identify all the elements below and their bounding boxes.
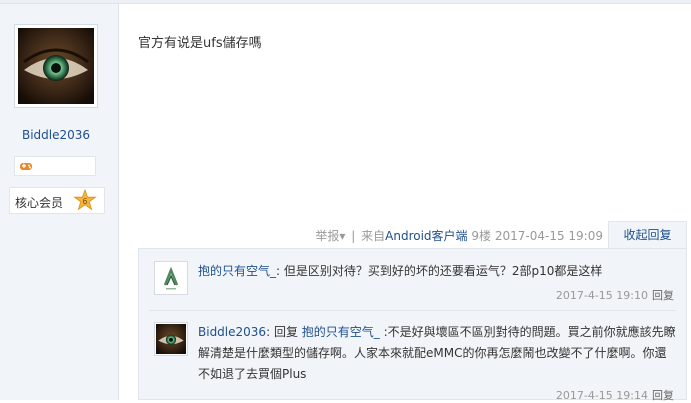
member-group-label: 核心会员 — [15, 196, 64, 210]
comment-user[interactable]: 抱的只有空气_ — [198, 264, 276, 278]
comment-colon: : — [276, 264, 281, 278]
comment-list: 抱的只有空气_: 但是区别对待？买到好的坏的还要看运气？2部p10都是这样 20… — [138, 248, 687, 403]
comment-content: :不是好與壞區不區別對待的問題。買之前你就應該先瞭解清楚是什麼類型的儲存啊。人家… — [198, 325, 676, 381]
author-sidebar: Biddle2036 核心会员 6 — [0, 4, 119, 400]
author-name[interactable]: Biddle2036 — [0, 128, 112, 142]
comment-user[interactable]: Biddle2036 — [198, 325, 266, 339]
comment-footer: 2017-4-15 19:14 回复 — [556, 387, 674, 403]
eye-avatar-image — [156, 324, 186, 354]
android-client-link[interactable]: Android客户端 — [385, 229, 467, 243]
comment-content: 但是区别对待？买到好的坏的还要看运气？2部p10都是这样 — [283, 264, 603, 278]
comment-divider — [149, 310, 676, 311]
medal-box — [14, 156, 96, 176]
comment-avatar[interactable] — [154, 322, 188, 356]
level-star-icon: 6 — [73, 189, 97, 211]
comment-colon: : — [266, 325, 271, 339]
gamepad-icon — [20, 163, 32, 170]
report-link[interactable]: 举报 — [315, 229, 339, 243]
comment-time: 2017-4-15 19:10 — [555, 289, 648, 302]
post-meta: 举报▾ | 来自Android客户端 9楼 2017-04-15 19:09 — [315, 227, 603, 244]
comment-footer: 2017-4-15 19:10 回复 — [556, 287, 674, 303]
meta-separator: | — [351, 229, 356, 243]
comment-reply-link[interactable]: 回复 — [648, 289, 674, 302]
member-group-box: 核心会员 6 — [9, 187, 105, 214]
comment-avatar[interactable] — [154, 261, 188, 295]
post-content: 官方有说是ufs儲存嗎 — [138, 36, 262, 51]
walker-logo-avatar-image — [156, 263, 186, 293]
floor-number: 9楼 — [471, 229, 492, 243]
post-time: 2017-04-15 19:09 — [494, 229, 603, 243]
comment-time: 2017-4-15 19:14 — [555, 389, 648, 402]
author-avatar[interactable] — [14, 24, 98, 108]
collapse-replies-button[interactable]: 收起回复 — [608, 221, 687, 249]
comment-text: Biddle2036: 回复 抱的只有空气_ :不是好與壞區不區別對待的問題。買… — [198, 322, 678, 385]
reply-target-user[interactable]: 抱的只有空气_ — [302, 325, 380, 339]
comment-text: 抱的只有空气_: 但是区别对待？买到好的坏的还要看运气？2部p10都是这样 — [198, 261, 678, 282]
report-dropdown-icon[interactable]: ▾ — [339, 229, 345, 243]
reply-prefix: 回复 — [273, 325, 298, 339]
level-number: 6 — [82, 197, 87, 206]
eye-avatar-image — [18, 28, 94, 104]
comment-reply-link[interactable]: 回复 — [648, 389, 674, 402]
client-from-label: 来自 — [361, 229, 386, 243]
